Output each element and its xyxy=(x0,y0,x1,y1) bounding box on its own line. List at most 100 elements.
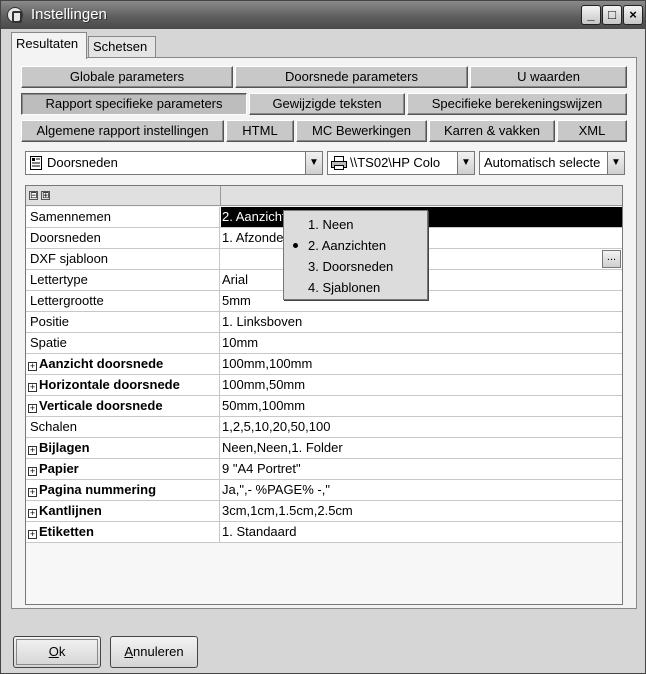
property-name: + Etiketten xyxy=(26,522,220,542)
property-value-text: Neen,Neen,1. Folder xyxy=(222,440,343,455)
property-value-text: Arial xyxy=(222,272,249,287)
expand-icon[interactable]: + xyxy=(28,530,37,539)
property-value[interactable]: 9 "A4 Portret" xyxy=(221,459,622,479)
gewijzigde-teksten-button[interactable]: Gewijzigde teksten xyxy=(249,93,405,115)
settings-window: Instellingen _ □ × Resultaten Schetsen G… xyxy=(0,0,646,674)
report-select-value: Doorsneden xyxy=(47,155,118,170)
collapse-all-icon[interactable]: ⊟ xyxy=(29,191,38,200)
window-title: Instellingen xyxy=(31,6,107,23)
property-row[interactable]: + Kantlijnen 3cm,1cm,1.5cm,2.5cm xyxy=(26,501,622,522)
property-name: + Verticale doorsnede xyxy=(26,396,220,416)
expand-icon[interactable]: + xyxy=(28,383,37,392)
property-row[interactable]: Schalen 1,2,5,10,20,50,100 xyxy=(26,417,622,438)
minimize-button[interactable]: _ xyxy=(581,5,601,25)
title-bar[interactable]: Instellingen _ □ × xyxy=(1,1,645,29)
cancel-button-mnemonic: A xyxy=(124,644,134,659)
property-name-text: Kantlijnen xyxy=(39,503,102,518)
karren-vakken-button[interactable]: Karren & vakken xyxy=(429,120,555,142)
report-select[interactable]: Doorsneden ▼ xyxy=(25,151,323,175)
cancel-button-label: nnuleren xyxy=(133,644,184,659)
property-value[interactable]: 100mm,50mm xyxy=(221,375,622,395)
property-value[interactable]: 3cm,1cm,1.5cm,2.5cm xyxy=(221,501,622,521)
property-name-text: Lettergrootte xyxy=(30,293,104,308)
tab-resultaten[interactable]: Resultaten xyxy=(11,32,87,59)
property-name: + Aanzicht doorsnede xyxy=(26,354,220,374)
ok-button[interactable]: Ok xyxy=(13,636,101,668)
property-name: Samennemen xyxy=(26,207,220,227)
property-name-text: Doorsneden xyxy=(30,230,101,245)
expand-icon[interactable]: + xyxy=(28,362,37,371)
property-name: DXF sjabloon xyxy=(26,249,220,269)
property-value-text: 50mm,100mm xyxy=(222,398,306,413)
property-row[interactable]: Positie 1. Linksboven xyxy=(26,312,622,333)
cancel-button[interactable]: Annuleren xyxy=(110,636,198,668)
printer-icon xyxy=(331,156,347,170)
chevron-down-icon[interactable]: ▼ xyxy=(305,152,322,174)
property-value-text: 10mm xyxy=(222,335,259,350)
property-value[interactable]: Neen,Neen,1. Folder xyxy=(221,438,622,458)
property-value[interactable]: 1,2,5,10,20,50,100 xyxy=(221,417,622,437)
property-name: + Papier xyxy=(26,459,220,479)
globale-parameters-button[interactable]: Globale parameters xyxy=(21,66,233,88)
dropdown-option[interactable]: 2. Aanzichten xyxy=(284,235,427,256)
property-name: + Kantlijnen xyxy=(26,501,220,521)
property-row[interactable]: + Verticale doorsnede 50mm,100mm xyxy=(26,396,622,417)
property-name: Lettergrootte xyxy=(26,291,220,311)
property-name: Doorsneden xyxy=(26,228,220,248)
report-icon xyxy=(30,156,42,170)
property-name-text: Aanzicht doorsnede xyxy=(39,356,164,371)
rapport-specifieke-parameters-button[interactable]: Rapport specifieke parameters xyxy=(21,93,247,115)
expand-icon[interactable]: + xyxy=(28,467,37,476)
doorsnede-parameters-button[interactable]: Doorsnede parameters xyxy=(235,66,468,88)
expand-icon[interactable]: + xyxy=(28,446,37,455)
property-value[interactable]: 1. Standaard xyxy=(221,522,622,542)
property-value-text: 1. Linksboven xyxy=(222,314,303,329)
property-name: + Horizontale doorsnede xyxy=(26,375,220,395)
property-name-text: Papier xyxy=(39,461,79,476)
browse-button[interactable]: ... xyxy=(602,250,621,268)
property-name-text: Samennemen xyxy=(30,209,111,224)
paper-source-select[interactable]: Automatisch selecte ▼ xyxy=(479,151,625,175)
property-value[interactable]: 50mm,100mm xyxy=(221,396,622,416)
header-separator xyxy=(220,186,221,206)
property-name: Positie xyxy=(26,312,220,332)
property-row[interactable]: + Aanzicht doorsnede 100mm,100mm xyxy=(26,354,622,375)
dropdown-option[interactable]: 4. Sjablonen xyxy=(284,277,427,298)
property-name: Lettertype xyxy=(26,270,220,290)
chevron-down-icon[interactable]: ▼ xyxy=(607,152,624,174)
property-value[interactable]: 1. Linksboven xyxy=(221,312,622,332)
close-button[interactable]: × xyxy=(623,5,643,25)
property-value[interactable]: Ja,",- %PAGE% -," xyxy=(221,480,622,500)
dropdown-option[interactable]: 1. Neen xyxy=(284,214,427,235)
property-name: + Bijlagen xyxy=(26,438,220,458)
expand-icon[interactable]: + xyxy=(28,488,37,497)
tab-schetsen[interactable]: Schetsen xyxy=(88,36,156,57)
expand-all-icon[interactable]: ⊞ xyxy=(41,191,50,200)
property-row[interactable]: + Horizontale doorsnede 100mm,50mm xyxy=(26,375,622,396)
maximize-button[interactable]: □ xyxy=(602,5,622,25)
printer-select[interactable]: \\TS02\HP Colo ▼ xyxy=(327,151,475,175)
selected-bullet-icon xyxy=(293,243,298,248)
property-value[interactable]: 10mm xyxy=(221,333,622,353)
expand-icon[interactable]: + xyxy=(28,404,37,413)
property-row[interactable]: + Etiketten 1. Standaard xyxy=(26,522,622,543)
dropdown-option[interactable]: 3. Doorsneden xyxy=(284,256,427,277)
u-waarden-button[interactable]: U waarden xyxy=(470,66,627,88)
expand-icon[interactable]: + xyxy=(28,509,37,518)
dropdown-option-label: 3. Doorsneden xyxy=(308,259,394,274)
dropdown-option-label: 1. Neen xyxy=(308,217,354,232)
property-name-text: Etiketten xyxy=(39,524,94,539)
html-button[interactable]: HTML xyxy=(226,120,294,142)
chevron-down-icon[interactable]: ▼ xyxy=(457,152,474,174)
paper-source-value: Automatisch selecte xyxy=(484,155,601,170)
property-row[interactable]: + Pagina nummering Ja,",- %PAGE% -," xyxy=(26,480,622,501)
property-value[interactable]: 100mm,100mm xyxy=(221,354,622,374)
property-name-text: Horizontale doorsnede xyxy=(39,377,180,392)
property-row[interactable]: + Papier 9 "A4 Portret" xyxy=(26,459,622,480)
xml-button[interactable]: XML xyxy=(557,120,627,142)
algemene-rapport-instellingen-button[interactable]: Algemene rapport instellingen xyxy=(21,120,224,142)
mc-bewerkingen-button[interactable]: MC Bewerkingen xyxy=(296,120,427,142)
specifieke-berekeningswijzen-button[interactable]: Specifieke berekeningswijzen xyxy=(407,93,627,115)
property-row[interactable]: + Bijlagen Neen,Neen,1. Folder xyxy=(26,438,622,459)
property-row[interactable]: Spatie 10mm xyxy=(26,333,622,354)
